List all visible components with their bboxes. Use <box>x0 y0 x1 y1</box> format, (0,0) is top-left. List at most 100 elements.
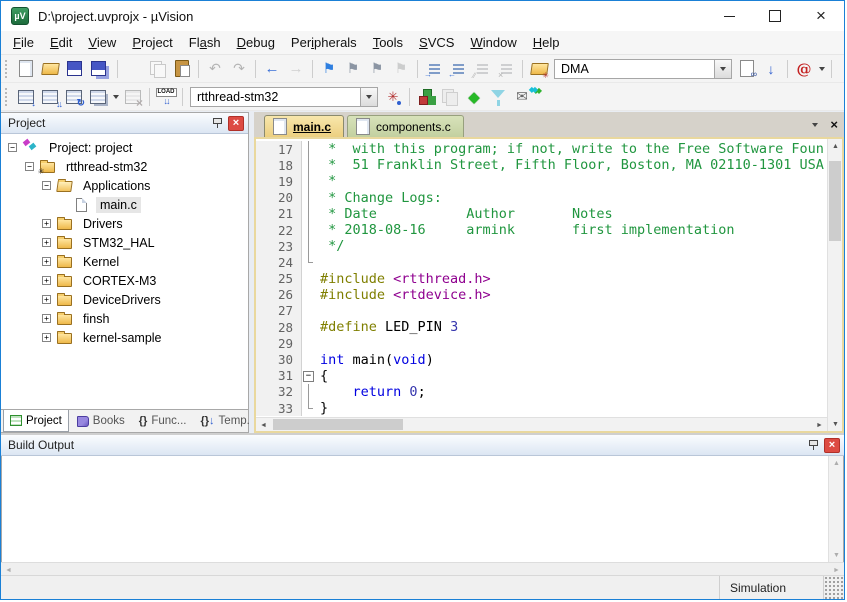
undo-button[interactable]: ↶ <box>204 58 226 80</box>
tree-expander-icon[interactable]: − <box>8 143 17 152</box>
stop-build-button[interactable] <box>122 86 144 108</box>
insert-breakpoint-button[interactable]: ● <box>837 58 844 80</box>
target-options-button[interactable]: ✳ <box>382 86 404 108</box>
menu-svcs[interactable]: SVCS <box>411 32 462 53</box>
menu-view[interactable]: View <box>80 32 124 53</box>
menu-help[interactable]: Help <box>525 32 568 53</box>
document-list-dropdown-icon[interactable] <box>809 114 820 136</box>
batch-build-button[interactable] <box>87 86 109 108</box>
menu-tools[interactable]: Tools <box>365 32 411 53</box>
redo-button[interactable]: ↷ <box>228 58 250 80</box>
paste-button[interactable] <box>171 58 193 80</box>
tree-item-drivers[interactable]: +Drivers <box>1 214 248 233</box>
menu-file[interactable]: File <box>5 32 42 53</box>
navigate-back-button[interactable]: ← <box>261 58 283 80</box>
fold-toggle-icon[interactable] <box>302 368 315 384</box>
menu-project[interactable]: Project <box>124 32 180 53</box>
editor-vertical-scrollbar[interactable] <box>827 139 842 431</box>
tree-expander-icon[interactable]: + <box>42 238 51 247</box>
save-all-button[interactable] <box>87 58 109 80</box>
editor-vscroll-thumb[interactable] <box>829 161 841 241</box>
build-button[interactable] <box>39 86 61 108</box>
search-combo-dropdown-icon[interactable] <box>714 60 731 78</box>
editor-tab-main-c[interactable]: main.c <box>264 115 344 137</box>
tree-item-cortex-m3[interactable]: +CORTEX-M3 <box>1 271 248 290</box>
scroll-right-icon[interactable] <box>812 418 827 432</box>
scroll-up-icon[interactable] <box>828 139 843 153</box>
tree-expander-icon[interactable]: + <box>42 295 51 304</box>
cut-button[interactable] <box>123 58 145 80</box>
tree-expander-icon[interactable]: − <box>25 162 34 171</box>
build-output-horizontal-scrollbar[interactable] <box>1 562 844 575</box>
code-editor[interactable]: 17 * with this program; if not, write to… <box>256 139 827 417</box>
menu-peripherals[interactable]: Peripherals <box>283 32 365 53</box>
insert-bookmark-button[interactable]: ⚑ <box>318 58 340 80</box>
tree-item-kernel-sample[interactable]: +kernel-sample <box>1 328 248 347</box>
build-output-vertical-scrollbar[interactable] <box>828 456 843 562</box>
search-combo[interactable]: DMA <box>554 59 732 79</box>
target-combo[interactable]: rtthread-stm32 <box>190 87 378 107</box>
batch-build-dropdown-icon[interactable] <box>110 86 121 108</box>
comment-button[interactable] <box>471 58 493 80</box>
find-button[interactable] <box>736 58 758 80</box>
tree-item-main-c[interactable]: main.c <box>1 195 248 214</box>
tree-item-applications[interactable]: −Applications <box>1 176 248 195</box>
menu-edit[interactable]: Edit <box>42 32 80 53</box>
select-packs-button[interactable] <box>487 86 509 108</box>
close-button[interactable] <box>798 2 844 31</box>
tree-expander-icon[interactable]: + <box>42 276 51 285</box>
tree-item-kernel[interactable]: +Kernel <box>1 252 248 271</box>
find-in-files-button[interactable] <box>528 58 550 80</box>
show-current-statement-button[interactable]: @ <box>793 58 815 80</box>
project-panel-close-icon[interactable] <box>228 116 244 131</box>
menu-window[interactable]: Window <box>462 32 524 53</box>
manage-rte-button[interactable] <box>415 86 437 108</box>
pin-icon[interactable] <box>209 116 225 131</box>
editor-hscroll-thumb[interactable] <box>273 419 403 430</box>
close-document-icon[interactable] <box>830 119 838 131</box>
pack-installer-button[interactable] <box>511 86 533 108</box>
resize-grip[interactable] <box>824 576 844 599</box>
tab-project[interactable]: Project <box>3 410 69 432</box>
statement-dropdown-icon[interactable] <box>816 58 827 80</box>
tree-expander-icon[interactable]: + <box>42 219 51 228</box>
tab-books[interactable]: Books <box>71 410 131 432</box>
tab-func[interactable]: {}Func... <box>133 410 193 432</box>
manage-windows-button[interactable] <box>439 86 461 108</box>
maximize-button[interactable] <box>752 2 798 31</box>
tree-item-rtthread-stm32[interactable]: −✳rtthread-stm32 <box>1 157 248 176</box>
scroll-up-icon[interactable] <box>829 456 844 470</box>
navigate-forward-button[interactable]: → <box>285 58 307 80</box>
editor-hscroll-track[interactable] <box>271 418 812 431</box>
download-button[interactable] <box>155 86 177 108</box>
next-bookmark-button[interactable]: ⚑ <box>342 58 364 80</box>
menu-debug[interactable]: Debug <box>229 32 283 53</box>
new-file-button[interactable] <box>15 58 37 80</box>
indent-button[interactable] <box>423 58 445 80</box>
incremental-find-button[interactable]: ↓ <box>760 58 782 80</box>
editor-horizontal-scrollbar[interactable] <box>256 417 827 431</box>
tree-item-devicedrivers[interactable]: +DeviceDrivers <box>1 290 248 309</box>
prev-bookmark-button[interactable]: ⚑ <box>366 58 388 80</box>
copy-button[interactable] <box>147 58 169 80</box>
open-file-button[interactable] <box>39 58 61 80</box>
editor-vscroll-track[interactable] <box>828 153 842 417</box>
title-bar[interactable]: µV D:\project.uvprojx - µVision <box>1 1 844 31</box>
tree-expander-icon[interactable]: + <box>42 314 51 323</box>
editor-tab-components-c[interactable]: components.c <box>347 115 464 137</box>
scroll-down-icon[interactable] <box>828 417 843 431</box>
tree-expander-icon[interactable]: + <box>42 257 51 266</box>
build-output-close-icon[interactable] <box>824 438 840 453</box>
clear-bookmarks-button[interactable]: ⚑ <box>390 58 412 80</box>
target-combo-dropdown-icon[interactable] <box>360 88 377 106</box>
uncomment-button[interactable] <box>495 58 517 80</box>
translate-button[interactable] <box>15 86 37 108</box>
unindent-button[interactable] <box>447 58 469 80</box>
menu-flash[interactable]: Flash <box>181 32 229 53</box>
tree-item-finsh[interactable]: +finsh <box>1 309 248 328</box>
tree-item-stm32-hal[interactable]: +STM32_HAL <box>1 233 248 252</box>
minimize-button[interactable] <box>706 2 752 31</box>
manage-project-items-button[interactable]: ◆ <box>463 86 485 108</box>
tree-expander-icon[interactable]: − <box>42 181 51 190</box>
rebuild-button[interactable] <box>63 86 85 108</box>
